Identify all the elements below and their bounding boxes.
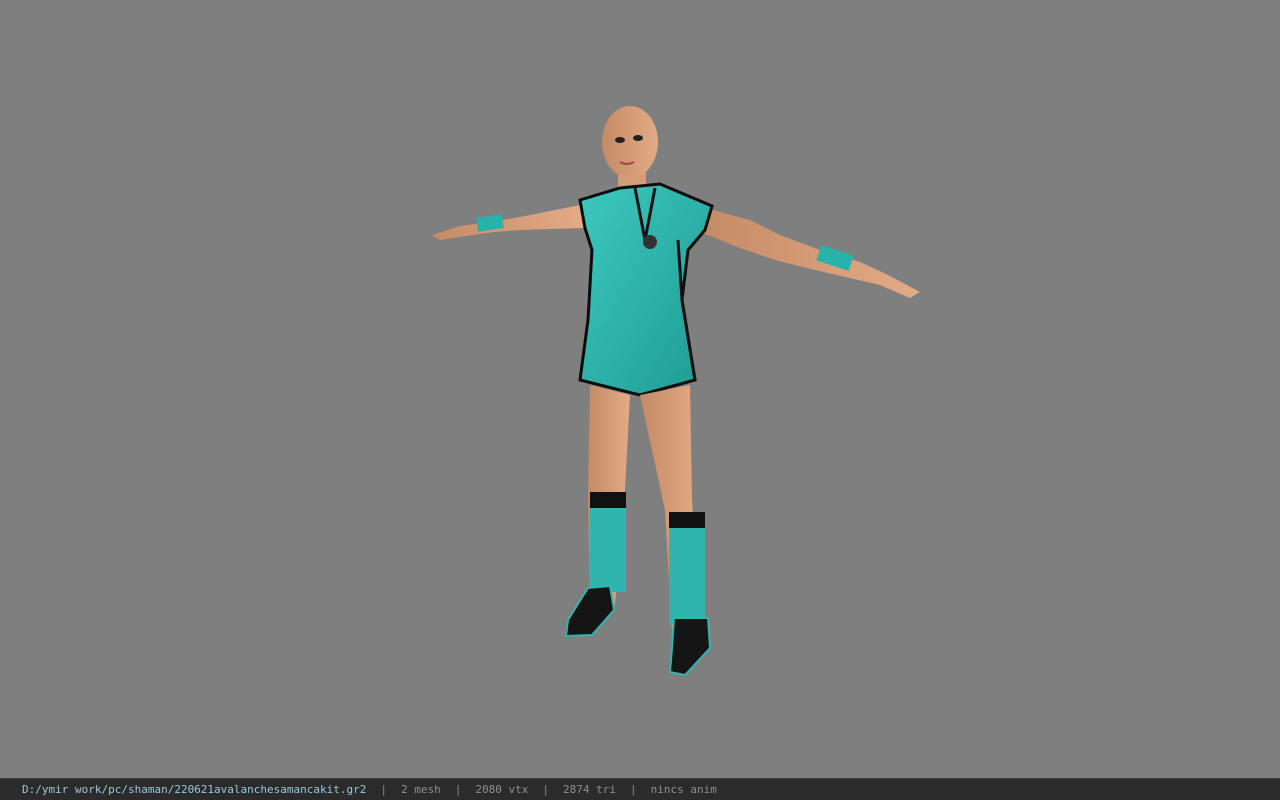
mesh-count: 2 mesh <box>401 783 441 796</box>
animation-status: nincs anim <box>650 783 717 796</box>
separator: | <box>542 783 549 796</box>
triangle-count: 2874 tri <box>562 783 616 796</box>
separator: | <box>380 783 387 796</box>
right-arm <box>700 208 920 298</box>
vertex-count: 2080 vtx <box>475 783 529 796</box>
right-sock <box>669 512 705 624</box>
status-bar: D:/ymir work/pc/shaman/220621avalanchesa… <box>0 778 1280 800</box>
head <box>602 106 658 178</box>
left-shoe <box>564 584 616 638</box>
left-arm <box>432 205 585 240</box>
3d-viewport[interactable] <box>0 0 1280 778</box>
character-model[interactable] <box>420 100 940 690</box>
file-path: D:/ymir work/pc/shaman/220621avalanchesa… <box>22 783 367 796</box>
right-shoe <box>668 617 712 677</box>
separator: | <box>629 783 637 796</box>
separator: | <box>454 783 462 796</box>
